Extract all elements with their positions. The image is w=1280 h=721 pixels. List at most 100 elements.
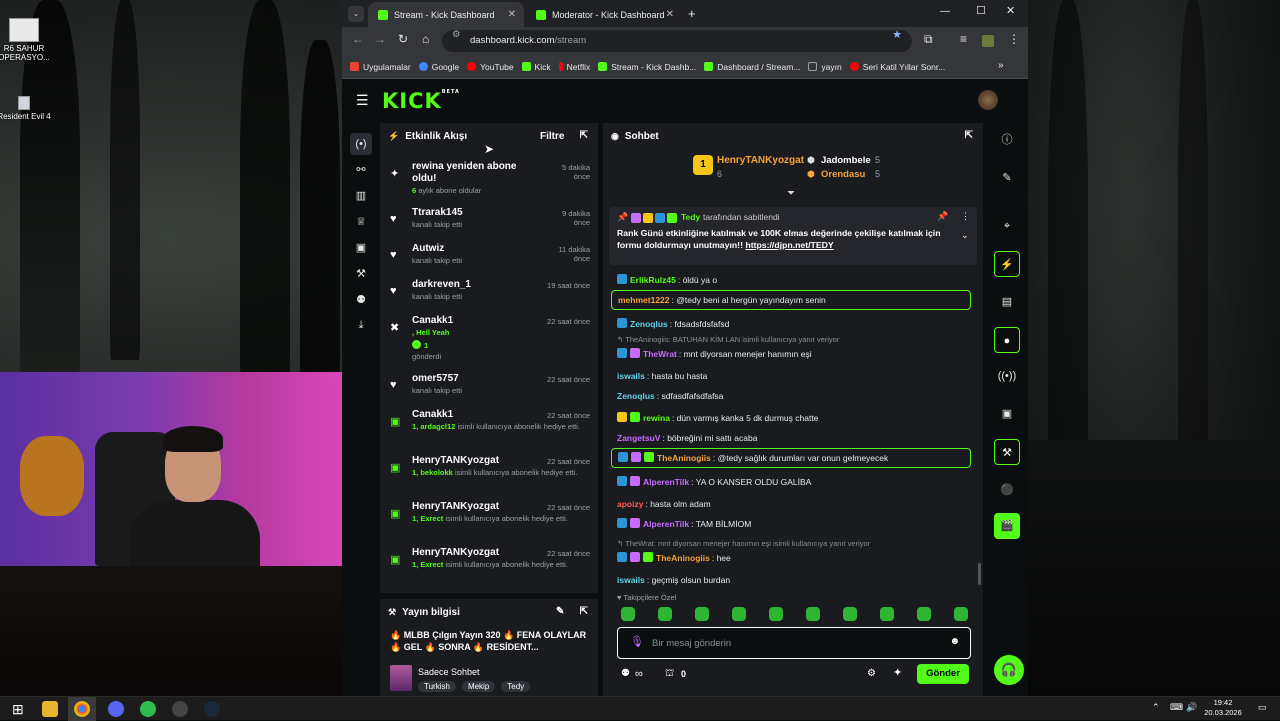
bookmark-yayin-folder[interactable]: yayın <box>808 62 842 72</box>
emote-icon[interactable] <box>843 607 857 621</box>
emote-icon[interactable] <box>917 607 931 621</box>
chat-message[interactable]: AlperenTilk: YA O KANSER OLDU GALİBA <box>617 475 811 489</box>
forward-icon[interactable]: → <box>374 33 386 45</box>
activity-item[interactable]: ▣ HenryTANKyozgat 1, Exrect isimli kullanı… <box>380 497 598 543</box>
more-menu-icon[interactable]: ⋮ <box>1008 33 1020 45</box>
document-icon[interactable]: ▤ <box>994 289 1020 315</box>
activity-item[interactable]: ✖ Canakk1 , Hell Yeah 1 gönderdi 22 saat önce <box>380 311 598 369</box>
windows-start-icon[interactable]: ⊞ <box>12 701 28 717</box>
plus-icon[interactable]: + <box>688 7 696 20</box>
bookmark-netflix[interactable]: Netflix <box>558 62 590 72</box>
emote-icon[interactable] <box>621 607 635 621</box>
wrench-icon[interactable]: ⚒ <box>353 267 369 283</box>
discord-icon[interactable] <box>108 701 124 717</box>
chat-username[interactable]: AlperenTilk <box>643 519 689 529</box>
emote-icon[interactable] <box>954 607 968 621</box>
media-controls-icon[interactable]: ≡ <box>960 33 967 45</box>
emote-icon[interactable] <box>880 607 894 621</box>
emote-icon[interactable] <box>695 607 709 621</box>
activity-item[interactable]: ✦ rewina yeniden abone oldu! 6 aylık abone… <box>380 157 598 203</box>
send-button[interactable]: Gönder <box>917 664 969 684</box>
close-window-icon[interactable]: ✕ <box>1006 6 1015 17</box>
activity-item[interactable]: ♥ omer5757 kanalı takip etti 22 saat önce <box>380 369 598 405</box>
extensions-icon[interactable]: ⧉ <box>924 33 933 45</box>
chat-username[interactable]: mehmet1222 <box>618 295 670 305</box>
chat-username[interactable]: apoizy <box>617 499 643 509</box>
bookmark-apps[interactable]: Uygulamalar <box>350 62 411 72</box>
network-icon[interactable]: ⌨ <box>1170 702 1183 713</box>
notifications-icon[interactable]: ▭ <box>1258 702 1267 713</box>
clapper-icon[interactable]: 🎬 <box>994 513 1020 539</box>
chat-username[interactable]: ErlikRulz45 <box>630 275 676 285</box>
activity-item[interactable]: ♥ Ttrarak145 kanalı takip etti 9 dakika önc… <box>380 203 598 239</box>
download-icon[interactable]: ⤓ <box>353 319 369 335</box>
chat-message[interactable]: AlperenTilk: TAM BİLMİOM <box>617 517 751 531</box>
chat-bubble-icon[interactable]: ● <box>994 327 1020 353</box>
chat-message[interactable]: TheWrat: mnt diyorsan menejer hanımın eş… <box>617 347 812 361</box>
app-icon[interactable] <box>140 701 156 717</box>
camera-icon[interactable]: ⌖ <box>994 213 1020 239</box>
avatar[interactable] <box>978 90 998 110</box>
settings-icon[interactable]: ⚙ <box>867 669 876 679</box>
unpin-icon[interactable]: 📌 <box>937 212 948 221</box>
emote-icon[interactable] <box>658 607 672 621</box>
trophy-icon[interactable]: ♕ <box>353 215 369 231</box>
chat-message[interactable]: ErlikRulz45: öldü ya o <box>617 273 717 287</box>
microphone-icon[interactable]: 🎙 <box>630 637 644 648</box>
chat-scrollbar[interactable] <box>978 563 981 585</box>
edit-icon[interactable]: ✎ <box>556 607 564 617</box>
chrome-icon[interactable] <box>74 701 90 717</box>
tag-chip[interactable]: Mekip <box>461 681 496 692</box>
activity-item[interactable]: ♥ Autwiz kanalı takip etti 11 dakika önce <box>380 239 598 275</box>
chat-username[interactable]: ZangetsuV <box>617 433 660 443</box>
chevron-down-icon[interactable]: ⌄ <box>961 231 969 240</box>
chat-input[interactable]: 🎙 Bir mesaj gönderin ☻ <box>617 627 971 659</box>
volume-icon[interactable]: 🔊 <box>1186 702 1197 713</box>
emote-icon[interactable] <box>806 607 820 621</box>
printer-icon[interactable]: ▣ <box>994 401 1020 427</box>
wrench-icon[interactable]: ⚒ <box>994 439 1020 465</box>
tray-chevron-icon[interactable]: ⌃ <box>1152 702 1160 713</box>
tab-moderator-dashboard[interactable]: Moderator - Kick Dashboard ✕ <box>526 2 682 27</box>
bookmark-kick[interactable]: Kick <box>521 62 551 72</box>
activity-item[interactable]: ▣ HenryTANKyozgat 1, bekolokk isimli kulla… <box>380 451 598 497</box>
broadcast-icon[interactable]: ((•)) <box>994 363 1020 389</box>
broadcast-icon[interactable]: (•) <box>350 133 372 155</box>
more-bookmarks-icon[interactable]: » <box>998 61 1004 71</box>
kicks-icon[interactable]: ✦ <box>893 668 902 679</box>
obs-icon[interactable] <box>172 701 188 717</box>
leaderboard-third-name[interactable]: Orendasu <box>821 169 865 180</box>
desktop-icon-r6[interactable]: R6 SAHUR OPERASYO... <box>0 18 56 62</box>
tag-chip[interactable]: Tedy <box>501 681 531 692</box>
chat-message[interactable]: TheAninogiis: @tedy sağlık durumları var… <box>611 448 971 468</box>
pinned-author[interactable]: Tedy <box>681 212 700 222</box>
home-icon[interactable]: ⌂ <box>422 33 429 45</box>
hamburger-menu-icon[interactable]: ☰ <box>356 93 369 107</box>
chat-message[interactable]: iswails: hasta bu hasta <box>617 369 707 383</box>
popout-icon[interactable]: ⇱ <box>965 131 973 141</box>
share-icon[interactable]: ⚫ <box>994 477 1020 503</box>
chat-username[interactable]: rewina <box>643 413 670 423</box>
desktop-icon-resident-evil[interactable]: Resident Evil 4 <box>0 96 56 121</box>
chat-username[interactable]: AlperenTilk <box>643 477 689 487</box>
chat-username[interactable]: TheAninogiis <box>657 453 711 463</box>
users-icon[interactable]: ⚉ <box>353 293 369 309</box>
chat-message[interactable]: Zenoqlus: fdsadsfdsfafsd <box>617 317 729 331</box>
activity-item[interactable]: ▣ HenryTANKyozgat 1, Exrect isimli kullanı… <box>380 543 598 589</box>
close-tab-icon[interactable]: ✕ <box>666 9 674 20</box>
bookmark-star-icon[interactable]: ★ <box>892 30 902 41</box>
activity-item[interactable]: ♥ darkreven_1 kanalı takip etti 19 saat önc… <box>380 275 598 311</box>
chat-username[interactable]: TheWrat <box>643 349 677 359</box>
popout-icon[interactable]: ⇱ <box>580 131 588 141</box>
reply-context[interactable]: ↰ TheWrat: mnt diyorsan menejer hanımın … <box>617 539 870 548</box>
clock[interactable]: 19:42 20.03.2026 <box>1198 698 1248 718</box>
chat-message[interactable]: mehmet1222: @tedy beni al hergün yayında… <box>611 290 971 310</box>
chat-message[interactable]: ZangetsuV: böbreğini mi sattı acaba <box>617 431 757 445</box>
chat-message[interactable]: iswails: geçmiş olsun burdan <box>617 573 730 587</box>
pinned-link[interactable]: https://djpn.net/TEDY <box>745 240 833 250</box>
maximize-icon[interactable]: ☐ <box>976 6 986 17</box>
chat-username[interactable]: iswails <box>617 371 645 381</box>
steam-icon[interactable] <box>204 701 220 717</box>
gift-icon[interactable]: ⛫ <box>665 669 674 679</box>
chat-message[interactable]: rewina: dün varmış kanka 5 dk durmuş cha… <box>617 411 818 425</box>
